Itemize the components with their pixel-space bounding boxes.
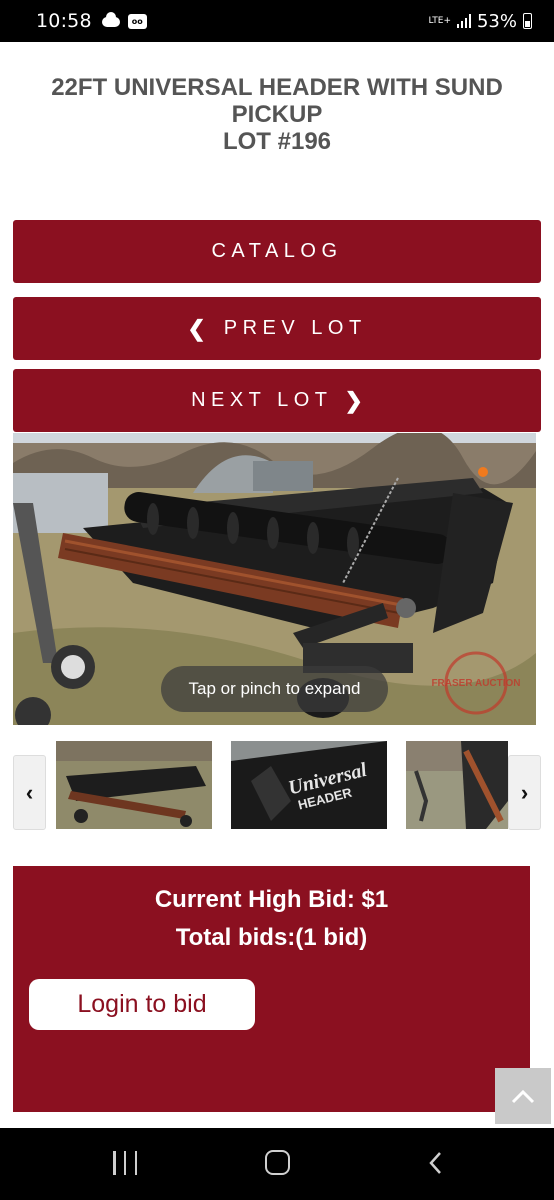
prev-lot-button[interactable]: ❮ PREV LOT	[13, 297, 541, 360]
chevron-right-icon: ❯	[344, 387, 363, 413]
expand-hint: Tap or pinch to expand	[161, 666, 388, 712]
chevron-left-icon: ❮	[187, 315, 206, 341]
lot-number: LOT #196	[222, 128, 332, 155]
chevron-left-icon: ‹	[25, 779, 34, 805]
current-high-bid: Current High Bid: $1	[154, 886, 389, 913]
next-lot-button[interactable]: NEXT LOT ❯	[13, 369, 541, 432]
lot-title-line-2: PICKUP	[231, 101, 323, 128]
back-icon[interactable]	[423, 1150, 449, 1176]
status-bar: 10:58 oo LTE+ 53%	[0, 0, 554, 42]
catalog-button[interactable]: CATALOG	[13, 220, 541, 283]
watermark-text: FRASER AUCTION	[431, 678, 520, 689]
thumbnail-2[interactable]: Universal HEADER	[231, 741, 387, 829]
voicemail-icon: oo	[127, 13, 147, 29]
battery-percent: 53%	[476, 10, 517, 32]
lot-title: 22FT UNIVERSAL HEADER WITH SUND PICKUP L…	[20, 74, 534, 155]
chevron-right-icon: ›	[520, 779, 529, 805]
home-icon[interactable]	[265, 1150, 290, 1175]
main-lot-image[interactable]: FRASER AUCTION Tap or pinch to expand	[13, 433, 536, 725]
bid-panel: Current High Bid: $1 Total bids:(1 bid) …	[13, 866, 530, 1112]
thumb-next-button[interactable]: ›	[508, 755, 541, 830]
thumbnail-1[interactable]	[56, 741, 212, 829]
login-to-bid-button[interactable]: Login to bid	[29, 979, 255, 1030]
signal-icon	[456, 14, 471, 28]
cloud-icon	[101, 12, 120, 27]
catalog-label: CATALOG	[211, 240, 343, 262]
status-time: 10:58	[36, 10, 92, 32]
lot-title-line-1: 22FT UNIVERSAL HEADER WITH SUND	[51, 74, 503, 101]
chevron-up-icon	[511, 1089, 535, 1104]
next-lot-label: NEXT LOT	[191, 389, 333, 411]
system-nav-bar	[0, 1128, 554, 1200]
network-type: LTE+	[428, 15, 451, 26]
battery-icon	[523, 13, 532, 29]
scroll-to-top-button[interactable]	[495, 1068, 551, 1124]
prev-lot-label: PREV LOT	[223, 317, 367, 339]
thumb-prev-button[interactable]: ‹	[13, 755, 46, 830]
thumbnail-3[interactable]	[406, 741, 508, 829]
recent-apps-icon[interactable]	[113, 1151, 137, 1175]
total-bids: Total bids:(1 bid)	[175, 924, 368, 951]
